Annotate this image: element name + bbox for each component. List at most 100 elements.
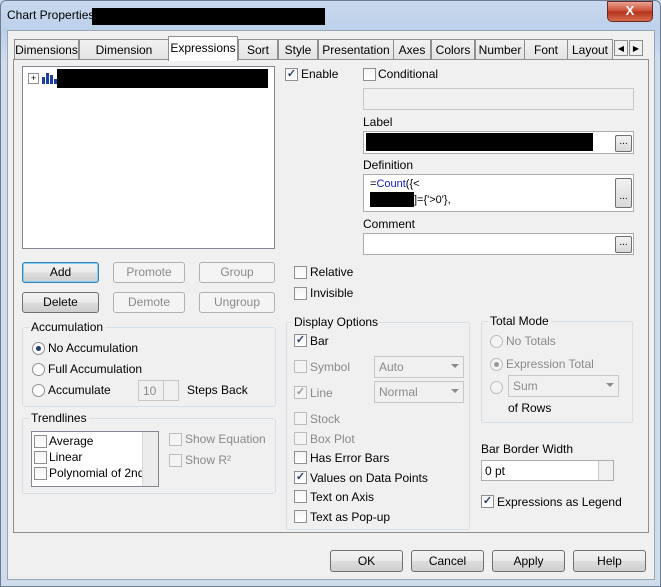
line-checkbox[interactable] <box>294 386 307 399</box>
values-on-data-points-checkbox[interactable] <box>294 471 307 484</box>
demote-button[interactable]: Demote <box>113 292 185 313</box>
stock-label: Stock <box>310 412 341 426</box>
accumulate-label: Accumulate <box>48 383 111 397</box>
no-totals-label: No Totals <box>506 334 556 348</box>
text-on-axis-checkbox[interactable] <box>294 490 307 503</box>
conditional-checkbox[interactable] <box>363 68 376 81</box>
bar-checkbox[interactable] <box>294 334 307 347</box>
group-button[interactable]: Group <box>199 262 275 283</box>
tab-font[interactable]: Font <box>524 39 568 59</box>
steps-back-stepper[interactable]: 10 <box>138 380 179 401</box>
tab-sort[interactable]: Sort <box>238 39 278 59</box>
help-button[interactable]: Help <box>573 550 646 572</box>
window-title: Chart Properties <box>7 8 95 22</box>
steps-back-label: Steps Back <box>187 383 248 397</box>
steps-back-value: 10 <box>143 384 157 398</box>
chevron-down-icon <box>451 364 459 368</box>
definition-function: Count <box>376 178 406 190</box>
tab-number[interactable]: Number <box>475 39 525 59</box>
text-on-axis-label: Text on Axis <box>310 490 375 504</box>
text-as-popup-checkbox[interactable] <box>294 510 307 523</box>
no-totals-radio[interactable] <box>490 335 503 348</box>
box-plot-label: Box Plot <box>310 432 355 446</box>
trendline-poly2-label: Polynomial of 2nd d <box>49 466 155 480</box>
bar-chart-icon <box>42 73 57 84</box>
promote-button[interactable]: Promote <box>113 262 185 283</box>
definition-caption: Definition <box>363 158 414 172</box>
tree-expand-icon[interactable]: + <box>28 73 39 84</box>
tab-layout[interactable]: Layout <box>567 39 613 59</box>
line-label: Line <box>310 386 333 400</box>
chevron-down-icon <box>451 389 459 393</box>
tab-dimension-limits[interactable]: Dimension Limits <box>79 39 169 77</box>
tab-axes[interactable]: Axes <box>393 39 431 59</box>
redacted-title-block <box>92 8 325 25</box>
invisible-checkbox[interactable] <box>294 287 307 300</box>
bar-border-width-label: Bar Border Width <box>481 442 574 456</box>
close-button[interactable]: X <box>607 1 653 22</box>
tree-expression-item[interactable] <box>57 69 268 88</box>
relative-checkbox[interactable] <box>294 266 307 279</box>
show-r2-label: Show R² <box>185 453 232 467</box>
show-equation-label: Show Equation <box>185 432 266 446</box>
tab-presentation[interactable]: Presentation <box>318 39 394 59</box>
tab-scroll-left-icon[interactable]: ◀ <box>614 40 628 56</box>
trendline-poly2-checkbox[interactable] <box>34 467 47 480</box>
show-equation-checkbox[interactable] <box>169 433 182 446</box>
box-plot-checkbox[interactable] <box>294 432 307 445</box>
relative-label: Relative <box>310 265 354 279</box>
tab-style[interactable]: Style <box>278 39 318 59</box>
symbol-checkbox[interactable] <box>294 360 307 373</box>
accumulate-radio[interactable] <box>32 384 45 397</box>
full-accumulation-label: Full Accumulation <box>48 362 143 376</box>
bar-border-width-input[interactable]: 0 pt <box>481 460 614 481</box>
ok-button[interactable]: OK <box>330 550 403 572</box>
delete-button[interactable]: Delete <box>22 292 99 313</box>
tab-dimensions[interactable]: Dimensions <box>14 39 79 59</box>
line-style-value: Normal <box>379 385 418 399</box>
trendlines-title: Trendlines <box>29 411 89 425</box>
conditional-label: Conditional <box>378 67 439 81</box>
show-r2-checkbox[interactable] <box>169 454 182 467</box>
trendline-linear-label: Linear <box>49 450 83 464</box>
steps-spin-icon[interactable] <box>163 381 178 400</box>
bar-border-spin-icon[interactable] <box>598 461 613 480</box>
trendlines-scrollbar[interactable] <box>142 432 158 486</box>
expressions-as-legend-label: Expressions as Legend <box>497 495 622 509</box>
add-button[interactable]: Add <box>22 262 99 283</box>
accumulation-title: Accumulation <box>29 320 106 334</box>
ungroup-button[interactable]: Ungroup <box>199 292 275 313</box>
comment-ellipsis-button[interactable]: ... <box>615 236 632 253</box>
sum-of-rows-radio[interactable] <box>490 381 503 394</box>
expression-tree[interactable] <box>22 66 275 249</box>
tab-colors[interactable]: Colors <box>431 39 475 59</box>
values-on-data-points-label: Values on Data Points <box>310 471 428 485</box>
tab-scroll-right-icon[interactable]: ▶ <box>629 40 643 56</box>
no-accumulation-radio[interactable] <box>32 342 45 355</box>
cancel-button[interactable]: Cancel <box>411 550 484 572</box>
label-ellipsis-button[interactable]: ... <box>615 135 632 152</box>
definition-ellipsis-button[interactable]: ... <box>615 178 632 208</box>
display-options-title: Display Options <box>292 315 381 329</box>
trendline-average-checkbox[interactable] <box>34 435 47 448</box>
tab-expressions[interactable]: Expressions <box>168 36 238 61</box>
sum-dropdown[interactable]: Sum <box>508 375 619 397</box>
enable-checkbox[interactable] <box>285 68 298 81</box>
bar-border-width-value: 0 pt <box>485 464 506 478</box>
apply-button[interactable]: Apply <box>492 550 565 572</box>
conditional-input[interactable] <box>363 88 634 110</box>
has-error-bars-label: Has Error Bars <box>310 451 390 465</box>
expressions-as-legend-checkbox[interactable] <box>481 495 494 508</box>
symbol-value: Auto <box>379 360 404 374</box>
total-mode-title: Total Mode <box>488 314 551 328</box>
full-accumulation-radio[interactable] <box>32 363 45 376</box>
title-bar: Chart Properties X <box>0 0 661 30</box>
stock-checkbox[interactable] <box>294 412 307 425</box>
trendline-linear-checkbox[interactable] <box>34 451 47 464</box>
redacted-definition-field <box>370 192 414 207</box>
has-error-bars-checkbox[interactable] <box>294 451 307 464</box>
line-style-dropdown[interactable]: Normal <box>374 381 464 403</box>
expression-total-radio[interactable] <box>490 358 503 371</box>
symbol-dropdown[interactable]: Auto <box>374 356 464 378</box>
comment-input[interactable] <box>363 233 634 255</box>
